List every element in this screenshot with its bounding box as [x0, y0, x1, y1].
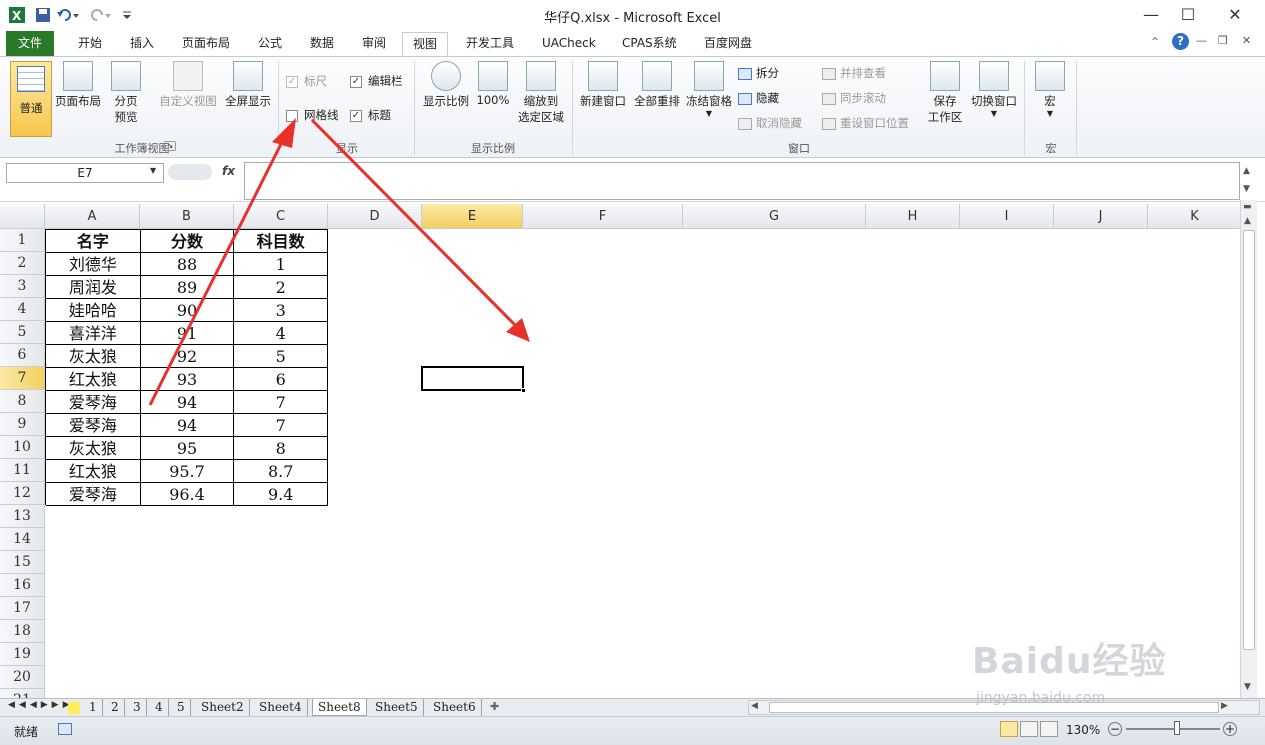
sheet-tab-4[interactable]: 4 [150, 699, 169, 716]
baidu-watermark: Baidu经验 [972, 641, 1167, 682]
sheet-tab-sheet2[interactable]: Sheet2 [196, 699, 250, 716]
zoom-in-icon[interactable]: + [1223, 722, 1237, 736]
normal-view-status-icon[interactable] [1000, 721, 1018, 737]
sheet-tab-3[interactable]: 3 [128, 699, 147, 716]
annotation-arrow-down [310, 118, 518, 328]
sheet-tab-sheet4[interactable]: Sheet4 [254, 699, 308, 716]
scroll-left-icon[interactable]: ◀ [751, 701, 758, 711]
sheet-nav-arrows-icon[interactable]: ◀◀◀▶▶▶ [8, 700, 74, 710]
arrow-head-up-icon [272, 118, 296, 148]
status-bar: 就绪 130% − + [0, 716, 1265, 745]
sheet-tab-1[interactable]: 1 [84, 699, 103, 716]
baidu-watermark-url: jingyan.baidu.com [976, 690, 1106, 706]
status-ready: 就绪 [14, 725, 39, 739]
sheet-tab-sheet6[interactable]: Sheet6 [428, 699, 482, 716]
zoom-out-icon[interactable]: − [1108, 722, 1122, 736]
zoom-level[interactable]: 130% [1066, 723, 1100, 737]
sheet-tab-sheet5[interactable]: Sheet5 [370, 699, 424, 716]
macro-record-icon[interactable] [58, 723, 72, 735]
sheet-tab-2[interactable]: 2 [106, 699, 125, 716]
page-layout-status-icon[interactable] [1020, 721, 1038, 737]
zoom-slider[interactable] [1126, 728, 1220, 730]
zoom-slider-thumb[interactable] [1174, 721, 1180, 735]
insert-sheet-icon[interactable]: ✚ [490, 700, 499, 713]
annotation-arrow-up [148, 137, 286, 406]
page-break-status-icon[interactable] [1040, 721, 1058, 737]
sheet-tab-5[interactable]: 5 [172, 699, 191, 716]
sheet-tab-sheet8[interactable]: Sheet8 [312, 699, 367, 716]
sheet-color-icon [68, 702, 80, 714]
scroll-right-icon[interactable]: ▶ [1221, 701, 1228, 711]
